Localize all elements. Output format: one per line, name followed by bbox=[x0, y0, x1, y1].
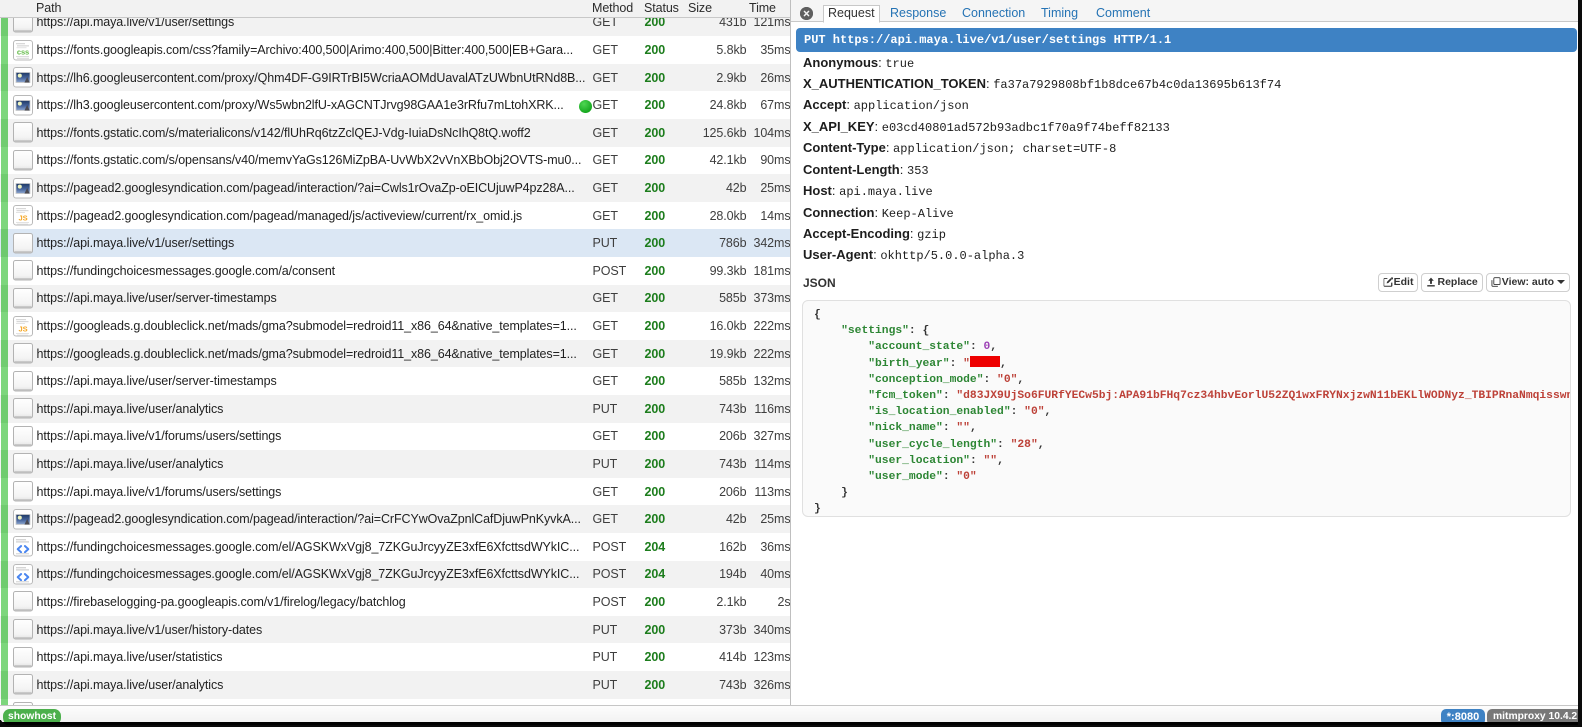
svg-text:JS: JS bbox=[18, 324, 27, 333]
svg-text:JS: JS bbox=[18, 214, 27, 223]
svg-text:css: css bbox=[16, 47, 28, 56]
